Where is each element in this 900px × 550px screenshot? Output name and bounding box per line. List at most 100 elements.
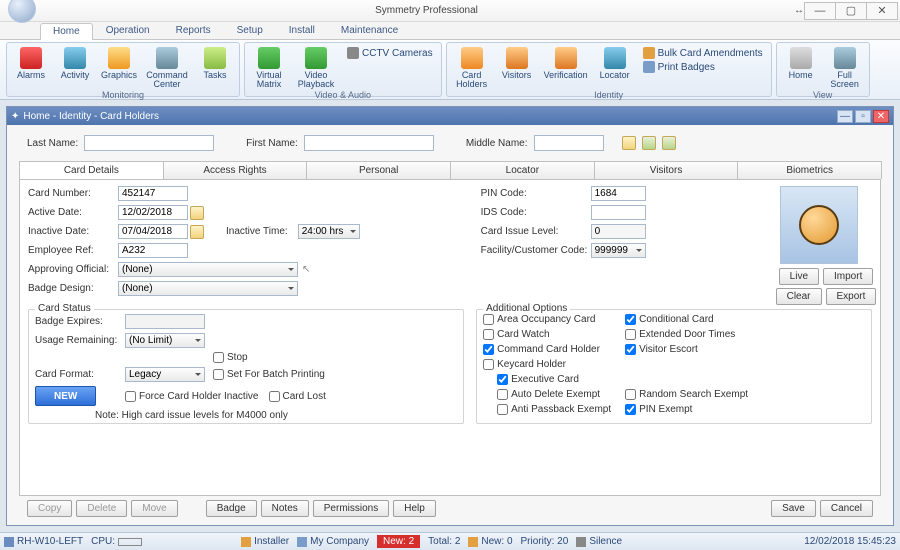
pin-exempt-checkbox[interactable]: PIN Exempt xyxy=(625,404,692,415)
inactive-date-input[interactable] xyxy=(118,224,188,239)
prev-icon[interactable] xyxy=(642,136,656,150)
pointer-icon: ↖ xyxy=(302,264,310,275)
copy-button[interactable]: Copy xyxy=(27,500,72,517)
visitor-escort-checkbox[interactable]: Visitor Escort xyxy=(625,344,698,355)
close-button[interactable]: ✕ xyxy=(866,2,898,20)
calendar-icon[interactable] xyxy=(190,225,204,239)
ribbon-bulk-amendments[interactable]: Bulk Card Amendments xyxy=(643,47,763,59)
employee-ref-label: Employee Ref: xyxy=(28,245,118,256)
export-button[interactable]: Export xyxy=(826,288,877,305)
minimize-button[interactable]: — xyxy=(804,2,836,20)
ribbon-alarms[interactable]: Alarms xyxy=(11,45,51,80)
cancel-button[interactable]: Cancel xyxy=(820,500,873,517)
last-name-input[interactable] xyxy=(84,135,214,151)
card-number-label: Card Number: xyxy=(28,188,118,199)
ribbon-fullscreen[interactable]: Full Screen xyxy=(825,45,865,89)
child-close[interactable]: ✕ xyxy=(873,110,889,123)
area-occupancy-checkbox[interactable]: Area Occupancy Card xyxy=(483,314,613,325)
batch-checkbox[interactable]: Set For Batch Printing xyxy=(213,369,325,380)
graphics-icon xyxy=(108,47,130,69)
ribbon-video-playback[interactable]: Video Playback xyxy=(293,45,339,89)
employee-ref-input[interactable] xyxy=(118,243,188,258)
maximize-button[interactable]: ▢ xyxy=(835,2,867,20)
antipassback-checkbox[interactable]: Anti Passback Exempt xyxy=(497,404,613,415)
new-button[interactable]: NEW xyxy=(35,386,96,406)
card-watch-checkbox[interactable]: Card Watch xyxy=(483,329,613,340)
ribbon-command-center[interactable]: Command Center xyxy=(143,45,191,89)
tab-personal[interactable]: Personal xyxy=(306,161,451,179)
next-icon[interactable] xyxy=(662,136,676,150)
permissions-button[interactable]: Permissions xyxy=(313,500,389,517)
edit-icon[interactable] xyxy=(622,136,636,150)
tab-visitors[interactable]: Visitors xyxy=(594,161,739,179)
approving-select[interactable]: (None) xyxy=(118,262,298,277)
print-icon xyxy=(643,61,655,73)
ribbon-tasks[interactable]: Tasks xyxy=(195,45,235,80)
tab-home[interactable]: Home xyxy=(40,23,93,40)
badge-design-select[interactable]: (None) xyxy=(118,281,298,296)
status-datetime: 12/02/2018 15:45:23 xyxy=(804,536,896,547)
save-button[interactable]: Save xyxy=(771,500,816,517)
card-format-select[interactable]: Legacy xyxy=(125,367,205,382)
autodelete-checkbox[interactable]: Auto Delete Exempt xyxy=(497,389,613,400)
random-search-checkbox[interactable]: Random Search Exempt xyxy=(625,389,748,400)
tab-maintenance[interactable]: Maintenance xyxy=(328,22,411,39)
live-button[interactable]: Live xyxy=(779,268,819,285)
inactive-time-select[interactable]: 24:00 hrs xyxy=(298,224,360,239)
usage-select[interactable]: (No Limit) xyxy=(125,333,205,348)
tab-setup[interactable]: Setup xyxy=(224,22,276,39)
ribbon-locator[interactable]: Locator xyxy=(595,45,635,80)
notes-button[interactable]: Notes xyxy=(261,500,309,517)
ribbon-visitors[interactable]: Visitors xyxy=(497,45,537,80)
pin-input[interactable] xyxy=(591,186,646,201)
stop-checkbox[interactable]: Stop xyxy=(213,352,248,363)
tab-locator[interactable]: Locator xyxy=(450,161,595,179)
ribbon: Alarms Activity Graphics Command Center … xyxy=(0,40,900,100)
facility-select[interactable]: 999999 xyxy=(591,243,646,258)
ribbon-card-holders[interactable]: Card Holders xyxy=(451,45,493,89)
force-inactive-checkbox[interactable]: Force Card Holder Inactive xyxy=(125,391,259,402)
avatar-icon xyxy=(799,205,839,245)
first-name-input[interactable] xyxy=(304,135,434,151)
issue-note: Note: High card issue levels for M4000 o… xyxy=(95,410,457,421)
import-button[interactable]: Import xyxy=(823,268,873,285)
ribbon-graphics[interactable]: Graphics xyxy=(99,45,139,80)
ribbon-cctv[interactable]: CCTV Cameras xyxy=(347,47,433,59)
tab-install[interactable]: Install xyxy=(276,22,328,39)
status-new-alarms[interactable]: New: 2 xyxy=(377,535,420,548)
card-lost-checkbox[interactable]: Card Lost xyxy=(269,391,326,402)
keycard-checkbox[interactable]: Keycard Holder xyxy=(483,359,566,370)
ribbon-print-badges[interactable]: Print Badges xyxy=(643,61,763,73)
tab-operation[interactable]: Operation xyxy=(93,22,163,39)
conditional-checkbox[interactable]: Conditional Card xyxy=(625,314,714,325)
command-card-checkbox[interactable]: Command Card Holder xyxy=(483,344,613,355)
middle-name-input[interactable] xyxy=(534,135,604,151)
card-number-input[interactable] xyxy=(118,186,188,201)
delete-button[interactable]: Delete xyxy=(76,500,127,517)
active-date-input[interactable] xyxy=(118,205,188,220)
move-button[interactable]: Move xyxy=(131,500,177,517)
child-maximize[interactable]: ▫ xyxy=(855,110,871,123)
app-title: Symmetry Professional xyxy=(60,5,793,16)
status-priority: Priority: 20 xyxy=(521,536,569,547)
status-company: My Company xyxy=(297,536,369,547)
ribbon-virtual-matrix[interactable]: Virtual Matrix xyxy=(249,45,289,89)
badge-button[interactable]: Badge xyxy=(206,500,257,517)
executive-checkbox[interactable]: Executive Card xyxy=(497,374,579,385)
clear-button[interactable]: Clear xyxy=(776,288,822,305)
tab-biometrics[interactable]: Biometrics xyxy=(737,161,882,179)
tab-card-details[interactable]: Card Details xyxy=(19,161,164,179)
ribbon-activity[interactable]: Activity xyxy=(55,45,95,80)
tab-reports[interactable]: Reports xyxy=(163,22,224,39)
help-button[interactable]: Help xyxy=(393,500,436,517)
card-status-group: Card Status Badge Expires: Usage Remaini… xyxy=(28,309,464,424)
extended-door-checkbox[interactable]: Extended Door Times xyxy=(625,329,735,340)
calendar-icon[interactable] xyxy=(190,206,204,220)
child-minimize[interactable]: — xyxy=(837,110,853,123)
command-icon xyxy=(156,47,178,69)
ids-input[interactable] xyxy=(591,205,646,220)
ribbon-home[interactable]: Home xyxy=(781,45,821,80)
ribbon-verification[interactable]: Verification xyxy=(541,45,591,80)
tab-access-rights[interactable]: Access Rights xyxy=(163,161,308,179)
status-silence[interactable]: Silence xyxy=(576,536,622,547)
